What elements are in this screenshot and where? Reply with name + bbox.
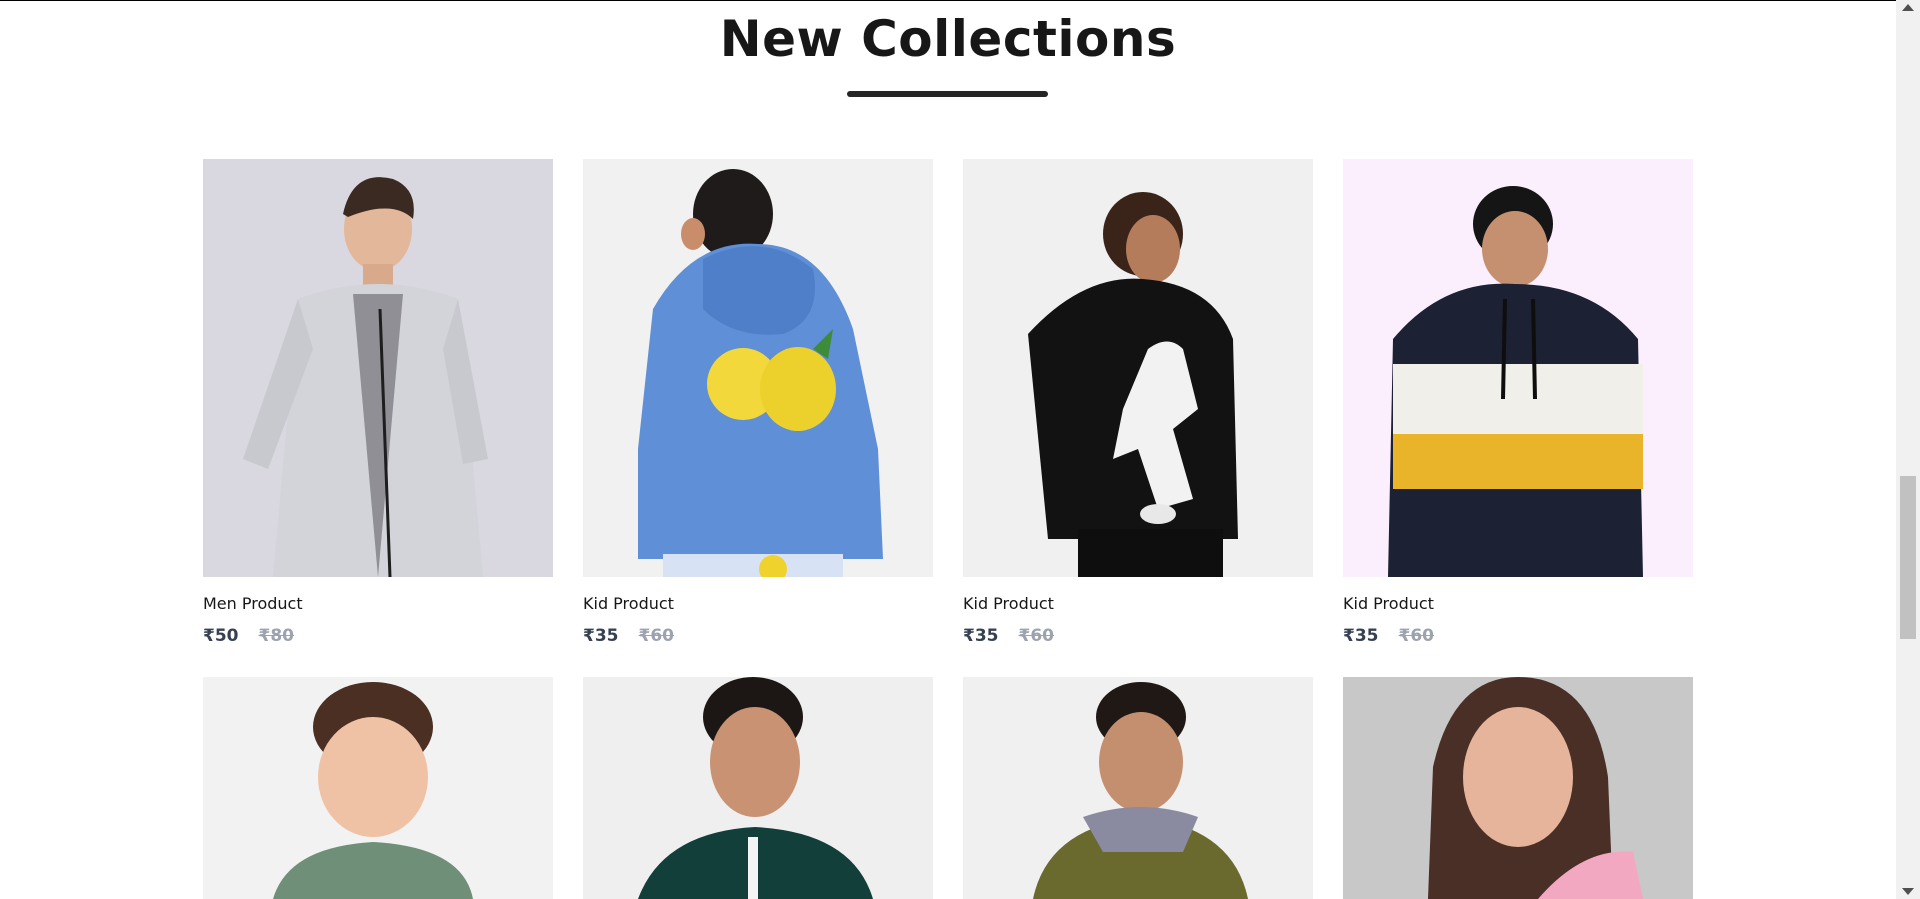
new-price: ₹35 <box>583 626 619 646</box>
old-price: ₹60 <box>1398 626 1435 646</box>
product-card[interactable]: Kid Product ₹35 ₹60 <box>1343 159 1693 646</box>
product-name[interactable]: Kid Product <box>583 594 933 613</box>
product-image[interactable] <box>1343 159 1693 577</box>
new-price: ₹35 <box>963 626 999 646</box>
scroll-down-arrow-icon[interactable] <box>1902 888 1914 895</box>
scrollbar-thumb[interactable] <box>1900 476 1916 639</box>
old-price: ₹60 <box>1018 626 1055 646</box>
product-image[interactable] <box>583 677 933 899</box>
product-card[interactable] <box>1343 677 1693 899</box>
product-card[interactable] <box>203 677 553 899</box>
product-card[interactable]: Men Product ₹50 ₹80 <box>203 159 553 646</box>
product-image[interactable] <box>203 677 553 899</box>
old-price: ₹60 <box>638 626 675 646</box>
product-name[interactable]: Kid Product <box>963 594 1313 613</box>
old-price: ₹80 <box>258 626 295 646</box>
new-price: ₹50 <box>203 626 239 646</box>
title-underline <box>847 91 1048 97</box>
product-image[interactable] <box>203 159 553 577</box>
price-row: ₹50 ₹80 <box>203 626 553 646</box>
new-price: ₹35 <box>1343 626 1379 646</box>
window-top-border <box>0 0 1900 1</box>
product-name[interactable]: Kid Product <box>1343 594 1693 613</box>
product-name[interactable]: Men Product <box>203 594 553 613</box>
price-row: ₹35 ₹60 <box>1343 626 1693 646</box>
price-row: ₹35 ₹60 <box>583 626 933 646</box>
vertical-scrollbar[interactable] <box>1896 0 1920 899</box>
product-card[interactable]: Kid Product ₹35 ₹60 <box>583 159 933 646</box>
scroll-up-arrow-icon[interactable] <box>1902 4 1914 11</box>
product-card[interactable] <box>583 677 933 899</box>
price-row: ₹35 ₹60 <box>963 626 1313 646</box>
section-title: New Collections <box>719 10 1177 68</box>
product-image[interactable] <box>963 677 1313 899</box>
product-image[interactable] <box>1343 677 1693 899</box>
product-card[interactable] <box>963 677 1313 899</box>
product-image[interactable] <box>963 159 1313 577</box>
product-image[interactable] <box>583 159 933 577</box>
product-card[interactable]: Kid Product ₹35 ₹60 <box>963 159 1313 646</box>
